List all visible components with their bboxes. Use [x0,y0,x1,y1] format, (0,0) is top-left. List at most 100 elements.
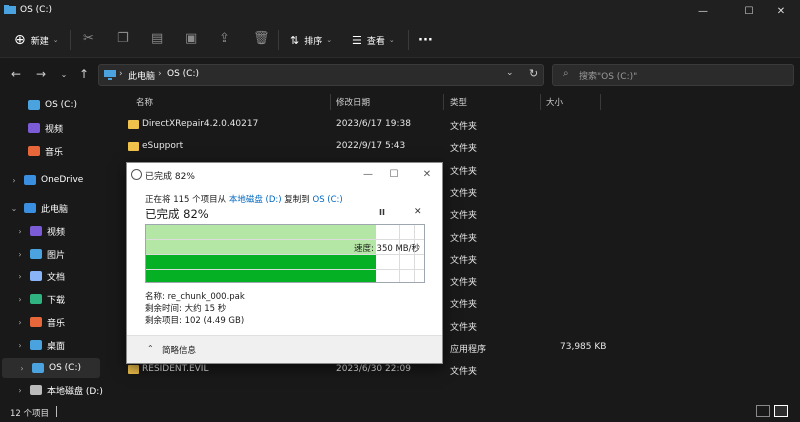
sidebar-item[interactable]: › 文档 [0,266,104,286]
search-placeholder: 搜索"OS (C:)" [579,72,638,82]
sidebar-item-label: 音乐 [47,318,66,329]
column-header-name[interactable]: 名称 [136,96,153,110]
drive-icon [32,363,44,373]
file-row[interactable]: eSupport 2022/9/17 5:43 文件夹 [116,136,800,158]
forward-arrow-icon[interactable]: → [33,66,49,82]
chevron-down-icon[interactable]: ⌄ [8,204,20,213]
column-header-size[interactable]: 大小 [546,96,563,110]
view-button[interactable]: ☰ 查看 ⌄ [352,30,395,50]
pause-button[interactable]: II [379,208,385,217]
sort-button[interactable]: ⇅ 排序 ⌄ [290,30,332,50]
back-arrow-icon[interactable]: ← [8,66,24,82]
recent-chevron-icon[interactable]: ⌄ [56,66,72,82]
chevron-right-icon[interactable]: › [14,386,26,395]
details-view-icon[interactable] [756,405,770,417]
copy-progress-dialog: 已完成 82% — ☐ ✕ 正在将 115 个项目从 本地磁盘 (D:) 复制到… [126,162,443,364]
sidebar-item[interactable]: › OS (C:) [2,358,100,378]
file-type: 文件夹 [450,144,478,154]
breadcrumb-os-c[interactable]: OS (C:) [167,69,199,79]
file-type: 文件夹 [450,189,478,199]
copy-icon[interactable]: ❐ [117,31,129,46]
dialog-maximize-button[interactable]: ☐ [383,167,405,181]
sidebar-item[interactable]: › 桌面 [0,335,104,355]
column-header-type[interactable]: 类型 [450,96,467,110]
clock-icon [131,169,142,180]
rename-icon[interactable]: ▣ [185,31,197,46]
desktop-icon [30,340,42,350]
sidebar-item-label: 此电脑 [41,204,69,215]
sidebar-item[interactable]: ⌄ 此电脑 [0,198,104,218]
graph-gridline [146,254,424,255]
list-view-icon[interactable] [774,405,788,417]
file-type: 文件夹 [450,167,478,177]
chevron-right-icon[interactable]: › [14,295,26,304]
folder-icon [128,142,139,151]
video-icon [28,123,40,133]
toolbar-divider [278,30,279,50]
copy-description: 正在将 115 个项目从 本地磁盘 (D:) 复制到 OS (C:) [145,193,343,205]
sidebar-item[interactable]: › 图片 [0,244,104,264]
sidebar-item[interactable]: › 视频 [0,221,104,241]
column-header-date[interactable]: 修改日期 [336,96,370,110]
file-type: 文件夹 [450,122,478,132]
file-row[interactable]: DirectXRepair4.2.0.40217 2023/6/17 19:38 文… [116,114,800,136]
dialog-close-button[interactable]: ✕ [416,167,438,181]
address-bar[interactable] [98,64,544,86]
column-divider [443,94,444,110]
cut-icon[interactable]: ✂ [83,31,94,46]
sidebar-item[interactable]: › 音乐 [0,312,104,332]
computer-icon [24,203,36,213]
status-divider [56,406,57,417]
sidebar-item[interactable]: 音乐 [0,141,104,161]
up-arrow-icon[interactable]: ↑ [76,66,92,82]
sidebar-item-label: OS (C:) [45,100,77,110]
sidebar-item[interactable]: › 下载 [0,289,104,309]
chevron-right-icon[interactable]: › [14,318,26,327]
sidebar-item[interactable]: › OneDrive [0,170,104,190]
chevron-right-icon[interactable]: › [8,176,20,185]
chevron-right-icon[interactable]: › [14,272,26,281]
chevron-down-icon: ⌄ [388,36,395,44]
column-divider [600,94,601,110]
new-button[interactable]: ⊕ 新建 ⌄ [14,30,59,50]
folder-icon [128,120,139,129]
sort-icon: ⇅ [290,33,300,47]
file-date: 2023/6/30 22:09 [336,364,411,374]
chevron-right-icon[interactable]: › [16,364,28,373]
chevron-up-icon[interactable]: ⌃ [147,344,154,353]
more-options-button[interactable]: ··· [418,30,433,50]
chevron-right-icon[interactable]: › [14,250,26,259]
music-icon [28,146,40,156]
folder-drive-icon [4,5,16,14]
plus-icon: ⊕ [14,32,26,48]
destination-link[interactable]: OS (C:) [313,195,343,205]
share-icon[interactable]: ⇪ [219,31,230,46]
copy-prefix: 正在将 115 个项目从 [145,195,227,205]
progress-heading: 已完成 82% [145,207,209,221]
chevron-right-icon[interactable]: › [14,341,26,350]
dialog-title: 已完成 82% [145,172,195,182]
address-dropdown-icon[interactable]: ⌄ [506,68,514,78]
chevron-right-icon[interactable]: › [14,227,26,236]
sidebar-item[interactable]: 视频 [0,118,104,138]
breadcrumb-separator: › [119,69,123,79]
sidebar-item[interactable]: › 本地磁盘 (D:) [0,380,104,400]
sidebar-item[interactable]: OS (C:) [0,95,104,115]
transfer-speed-graph: 速度: 350 MB/秒 [145,224,425,283]
sidebar-item-label: 本地磁盘 (D:) [47,386,103,397]
delete-icon[interactable]: 🗑 [253,31,270,46]
minimize-button[interactable]: — [680,0,726,22]
paste-icon[interactable]: ▤ [151,31,163,46]
refresh-icon[interactable]: ↻ [529,67,538,80]
sidebar-item-label: OneDrive [41,175,84,185]
file-type: 文件夹 [450,323,478,333]
close-button[interactable]: ✕ [758,0,800,22]
status-bar [0,402,800,422]
breadcrumb-this-pc[interactable]: 此电脑 [128,69,155,82]
less-details-button[interactable]: 简略信息 [162,344,196,356]
source-link[interactable]: 本地磁盘 (D:) [229,195,282,205]
drive-icon [30,385,42,395]
dialog-minimize-button[interactable]: — [357,167,379,181]
cancel-button[interactable]: ✕ [414,207,422,217]
column-divider [540,94,541,110]
